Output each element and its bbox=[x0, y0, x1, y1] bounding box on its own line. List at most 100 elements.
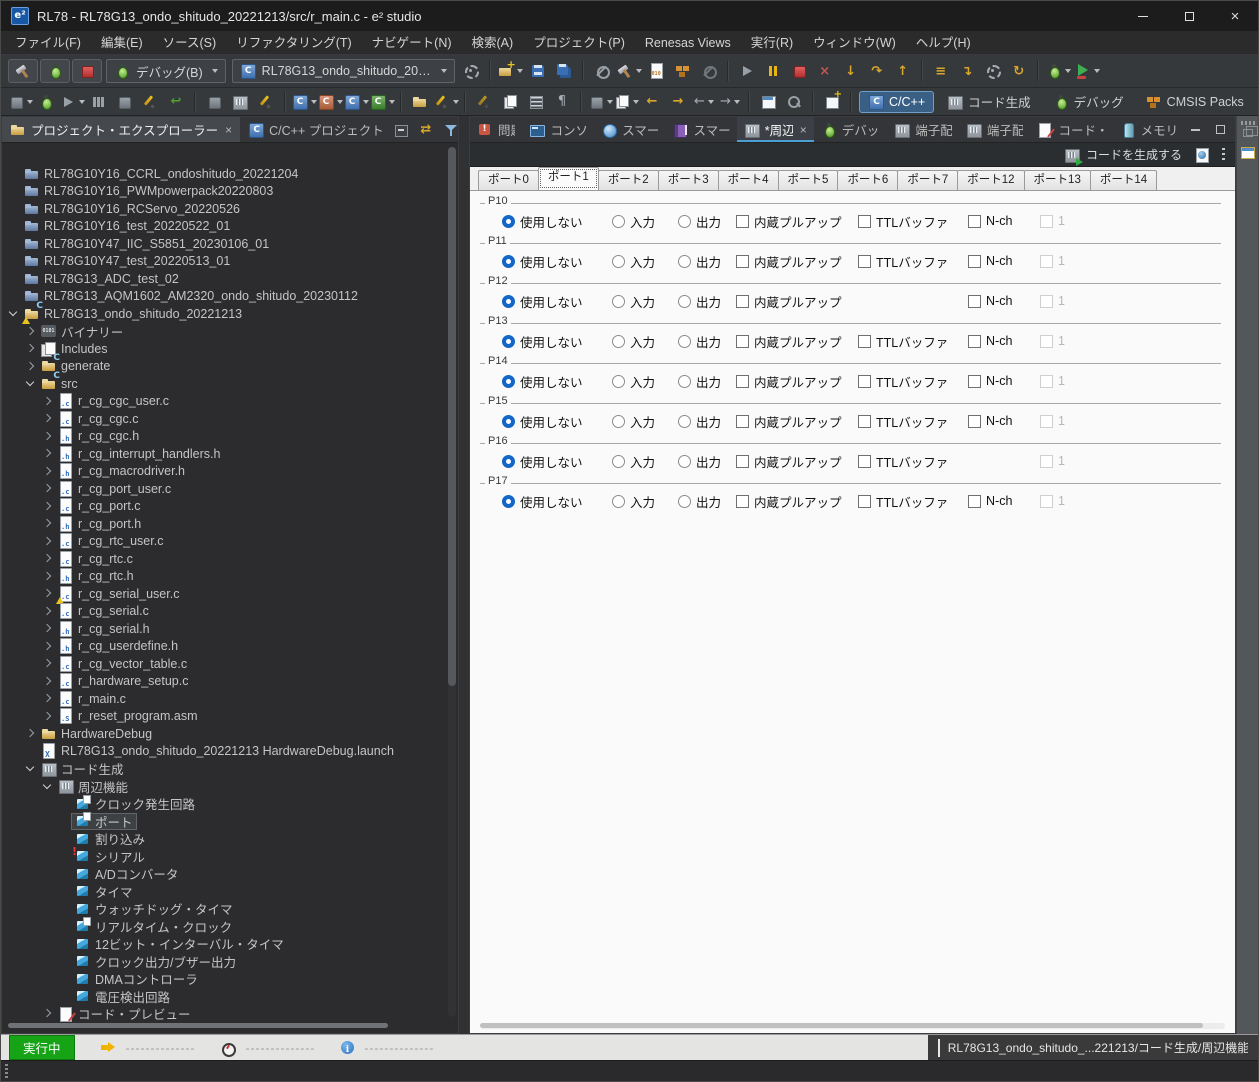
twistie-icon[interactable] bbox=[40, 480, 54, 497]
build-button[interactable] bbox=[8, 59, 38, 83]
hotswap-button[interactable] bbox=[34, 90, 58, 114]
tree-item[interactable]: RL78G13_ondo_shitudo_20221213 HardwareDe… bbox=[2, 743, 458, 761]
panel-sash[interactable] bbox=[459, 116, 469, 1034]
port-tab-ポート7[interactable]: ポート7 bbox=[897, 170, 959, 190]
port-tab-ポート6[interactable]: ポート6 bbox=[837, 170, 899, 190]
checkbox-nch-P13[interactable]: N-ch bbox=[968, 329, 1012, 353]
twistie-icon[interactable] bbox=[40, 655, 54, 672]
twistie-icon[interactable] bbox=[40, 533, 54, 550]
port-tab-ポート14[interactable]: ポート14 bbox=[1089, 170, 1158, 190]
tree-item[interactable]: RL78G13_ADC_test_02 bbox=[2, 270, 458, 288]
view-tab-4[interactable]: *周辺... × bbox=[736, 117, 814, 142]
menu-item-6[interactable]: プロジェクト(P) bbox=[523, 31, 635, 55]
radio-unused-P15[interactable]: 使用しない bbox=[502, 409, 583, 433]
radio-output-P15[interactable]: 出力 bbox=[678, 409, 721, 433]
save-all-button[interactable] bbox=[552, 59, 576, 83]
menu-item-8[interactable]: 実行(R) bbox=[741, 31, 803, 55]
twistie-icon[interactable] bbox=[40, 1005, 54, 1022]
profile-button[interactable] bbox=[112, 90, 136, 114]
debug-history-button[interactable] bbox=[1045, 59, 1072, 83]
step-return-button[interactable] bbox=[891, 59, 915, 83]
explorer-tab-0[interactable]: プロジェクト・エクスプローラー × bbox=[2, 117, 241, 142]
tree-item[interactable]: r_cg_vector_table.c bbox=[2, 655, 458, 673]
port-tab-ポート13[interactable]: ポート13 bbox=[1023, 170, 1091, 190]
minimize-button[interactable] bbox=[1120, 1, 1166, 31]
radio-input-P12[interactable]: 入力 bbox=[612, 289, 655, 313]
radio-unused-P17[interactable]: 使用しない bbox=[502, 489, 583, 513]
new-class-button[interactable] bbox=[370, 90, 395, 114]
twistie-icon[interactable] bbox=[40, 638, 54, 655]
new-c-file-button[interactable] bbox=[344, 90, 369, 114]
menu-item-4[interactable]: ナビゲート(N) bbox=[362, 31, 462, 55]
twistie-icon[interactable] bbox=[6, 305, 20, 322]
view-tab-6[interactable]: 端子配... bbox=[887, 117, 959, 142]
toggle-search-button[interactable] bbox=[697, 59, 721, 83]
menu-item-0[interactable]: ファイル(F) bbox=[5, 31, 91, 55]
restore-views-icon[interactable] bbox=[1242, 126, 1258, 137]
tree-item[interactable]: クロック発生回路 bbox=[2, 794, 458, 813]
minimize-view-button[interactable] bbox=[1186, 121, 1204, 139]
checkbox-pullup-P16[interactable]: 内蔵プルアップ bbox=[736, 449, 842, 473]
debug-launch-button[interactable] bbox=[40, 59, 70, 83]
twistie-icon[interactable] bbox=[40, 673, 54, 690]
checkbox-pullup-P10[interactable]: 内蔵プルアップ bbox=[736, 209, 842, 233]
tree-item[interactable]: 周辺機能 bbox=[2, 778, 458, 796]
skip-breakpoints-button[interactable] bbox=[590, 59, 614, 83]
run-button[interactable] bbox=[1074, 59, 1101, 83]
generate-code-button[interactable]: コードを生成する bbox=[1064, 146, 1182, 166]
twistie-icon[interactable] bbox=[40, 515, 54, 532]
radio-input-P13[interactable]: 入力 bbox=[612, 329, 655, 353]
minimized-view-icon[interactable] bbox=[1240, 147, 1255, 159]
radio-unused-P10[interactable]: 使用しない bbox=[502, 209, 583, 233]
radio-output-P14[interactable]: 出力 bbox=[678, 369, 721, 393]
radio-output-P13[interactable]: 出力 bbox=[678, 329, 721, 353]
tree-item[interactable]: r_cg_cgc.h bbox=[2, 428, 458, 446]
save-button[interactable] bbox=[526, 59, 550, 83]
view-tab-2[interactable]: スマー... bbox=[594, 117, 665, 142]
link-editor-button[interactable] bbox=[417, 121, 435, 139]
menu-item-2[interactable]: ソース(S) bbox=[153, 31, 227, 55]
tree-item[interactable]: Csrc bbox=[2, 371, 458, 393]
terminate-button[interactable] bbox=[72, 59, 102, 83]
twistie-icon[interactable] bbox=[40, 410, 54, 427]
checkbox-nch-P11[interactable]: N-ch bbox=[968, 249, 1012, 273]
tree-item[interactable]: 12ビット・インターバル・タイマ bbox=[2, 935, 458, 953]
checkbox-pullup-P13[interactable]: 内蔵プルアップ bbox=[736, 329, 842, 353]
tree-item[interactable]: r_hardware_setup.c bbox=[2, 673, 458, 691]
scrollbar-thumb[interactable] bbox=[480, 1023, 1203, 1028]
maximize-view-button[interactable] bbox=[1211, 121, 1229, 139]
tree-item[interactable]: r_cg_serial_user.c bbox=[2, 585, 458, 604]
build-project-button[interactable] bbox=[616, 59, 643, 83]
twistie-icon[interactable] bbox=[40, 393, 54, 410]
build-file-button[interactable] bbox=[645, 59, 669, 83]
tree-item[interactable]: r_cg_userdefine.h bbox=[2, 638, 458, 656]
pin-editor-button[interactable] bbox=[472, 90, 496, 114]
drag-handle-icon[interactable] bbox=[5, 1064, 8, 1078]
checkbox-ttl-P17[interactable]: TTLバッファ bbox=[858, 489, 948, 513]
checkbox-nch-P12[interactable]: N-ch bbox=[968, 289, 1012, 313]
disconnect-button[interactable] bbox=[813, 59, 837, 83]
step-filters-button[interactable] bbox=[8, 90, 33, 114]
twistie-icon[interactable] bbox=[23, 760, 37, 777]
radio-output-P10[interactable]: 出力 bbox=[678, 209, 721, 233]
radio-output-P17[interactable]: 出力 bbox=[678, 489, 721, 513]
twistie-icon[interactable] bbox=[40, 708, 54, 725]
report-icon[interactable] bbox=[1194, 147, 1210, 163]
checkbox-pullup-P15[interactable]: 内蔵プルアップ bbox=[736, 409, 842, 433]
tree-item[interactable]: r_cg_rtc.h bbox=[2, 568, 458, 586]
port-tab-ポート4[interactable]: ポート4 bbox=[717, 170, 779, 190]
view-tab-1[interactable]: コンソ... bbox=[522, 117, 594, 142]
twistie-icon[interactable] bbox=[23, 358, 37, 375]
checkbox-pullup-P12[interactable]: 内蔵プルアップ bbox=[736, 289, 842, 313]
menu-item-1[interactable]: 編集(E) bbox=[91, 31, 153, 55]
search-button[interactable] bbox=[782, 90, 806, 114]
tree-item[interactable]: r_cg_rtc.c bbox=[2, 550, 458, 568]
tree-item[interactable]: RL78G10Y16_test_20220522_01 bbox=[2, 218, 458, 236]
tree-item[interactable]: タイマ bbox=[2, 883, 458, 901]
view-tab-8[interactable]: コード・... bbox=[1030, 117, 1112, 142]
radio-unused-P16[interactable]: 使用しない bbox=[502, 449, 583, 473]
checkbox-ttl-P11[interactable]: TTLバッファ bbox=[858, 249, 948, 273]
checkbox-pullup-P14[interactable]: 内蔵プルアップ bbox=[736, 369, 842, 393]
debug-settings-button[interactable] bbox=[981, 59, 1005, 83]
radio-input-P14[interactable]: 入力 bbox=[612, 369, 655, 393]
